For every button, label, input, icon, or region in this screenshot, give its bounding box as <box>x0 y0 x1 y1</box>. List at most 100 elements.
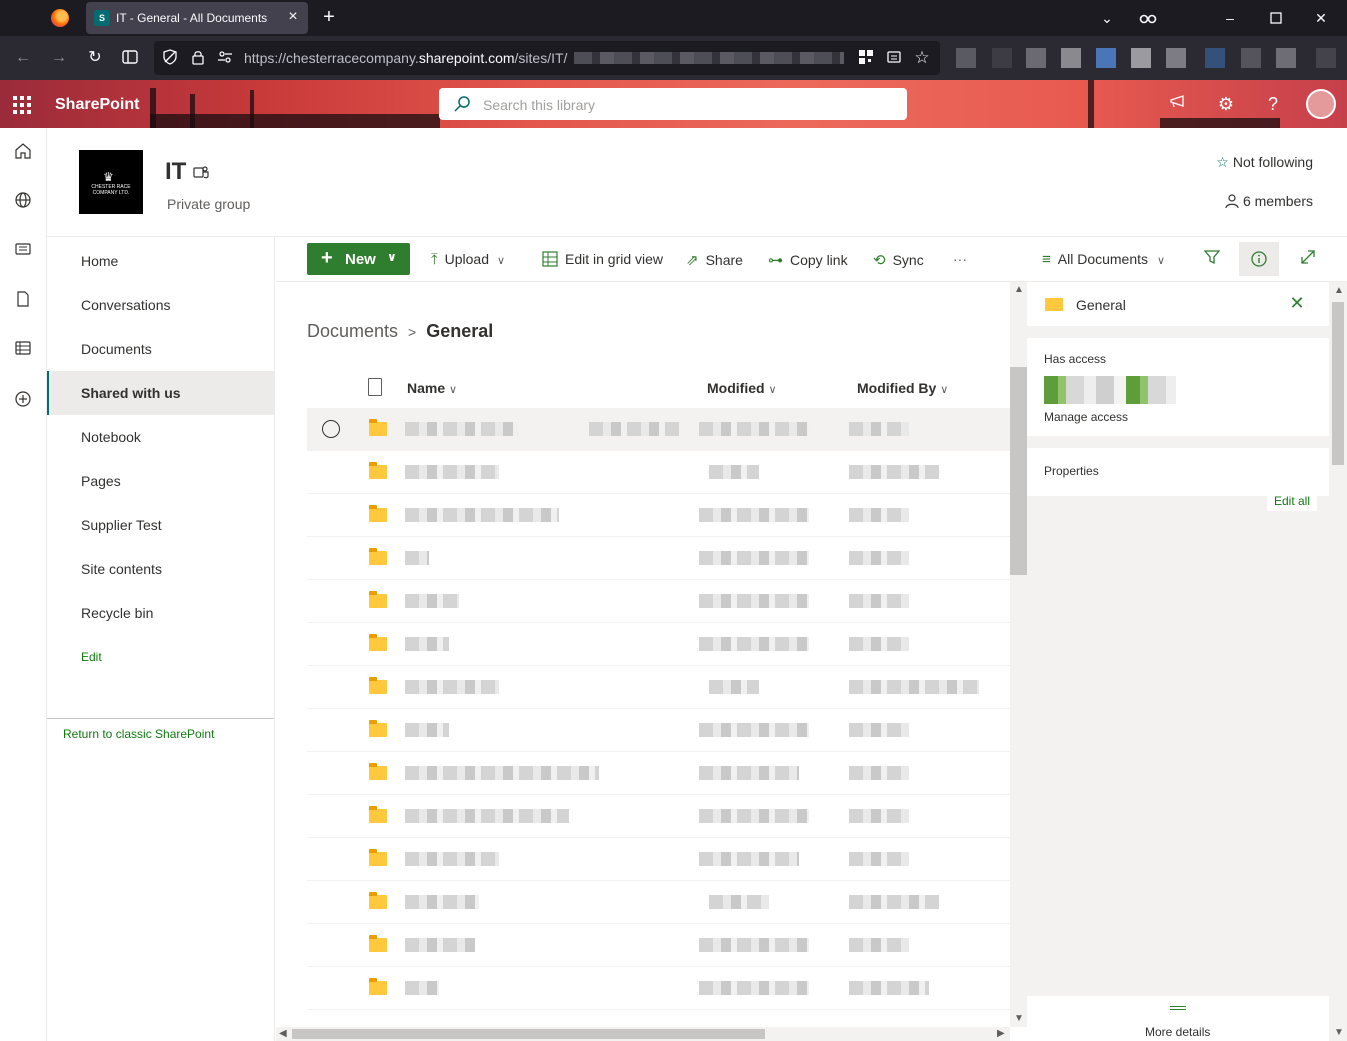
table-row[interactable] <box>307 838 1010 881</box>
redacted-name[interactable] <box>405 938 475 952</box>
redacted-modified-by[interactable] <box>849 680 979 694</box>
follow-button[interactable]: ☆ Not following <box>1216 154 1313 171</box>
expand-icon[interactable] <box>1297 248 1319 270</box>
redacted-modified-by[interactable] <box>849 465 939 479</box>
extension-icon[interactable] <box>1166 48 1186 68</box>
table-row[interactable] <box>307 580 1010 623</box>
redacted-modified-by[interactable] <box>849 551 909 565</box>
table-row[interactable] <box>307 795 1010 838</box>
members-button[interactable]: 6 members <box>1225 193 1313 209</box>
extension-icon[interactable] <box>992 48 1012 68</box>
redacted-name[interactable] <box>405 680 499 694</box>
nav-item-recycle-bin[interactable]: Recycle bin <box>47 591 274 635</box>
breadcrumb-documents[interactable]: Documents <box>307 321 398 341</box>
file-type-icon[interactable] <box>368 378 382 396</box>
nav-edit-link[interactable]: Edit <box>81 650 102 664</box>
extension-icon[interactable] <box>1131 48 1151 68</box>
news-icon[interactable] <box>12 240 34 262</box>
site-logo[interactable]: ♛ CHESTER RACE COMPANY LTD. <box>79 150 143 214</box>
table-row[interactable] <box>307 537 1010 580</box>
reload-icon[interactable]: ↻ <box>85 48 105 68</box>
site-title[interactable]: IT <box>165 158 186 186</box>
info-pane-button[interactable] <box>1239 242 1279 276</box>
avatar[interactable] <box>1306 89 1336 119</box>
bookmark-star-icon[interactable]: ☆ <box>913 49 931 67</box>
table-row[interactable] <box>307 623 1010 666</box>
scrollbar-thumb[interactable] <box>1010 367 1027 575</box>
filter-icon[interactable] <box>1201 248 1223 270</box>
table-row[interactable] <box>307 967 1010 1010</box>
list-vertical-scrollbar[interactable]: ▲ ▼ <box>1010 282 1027 1027</box>
maximize-icon[interactable] <box>1266 8 1286 28</box>
redacted-name[interactable] <box>405 465 499 479</box>
extension-icon[interactable] <box>1241 48 1261 68</box>
tab-close-icon[interactable]: × <box>284 8 302 26</box>
redacted-modified-by[interactable] <box>849 637 909 651</box>
redacted-modified-by[interactable] <box>849 852 909 866</box>
back-icon[interactable]: ← <box>13 48 33 68</box>
redacted-name[interactable] <box>405 422 519 436</box>
lock-icon[interactable] <box>189 49 207 67</box>
upload-button[interactable]: ⤒ Upload ∨ <box>431 251 505 268</box>
nav-item-conversations[interactable]: Conversations <box>47 283 274 327</box>
extension-icon[interactable] <box>1026 48 1046 68</box>
minimize-icon[interactable]: – <box>1220 8 1240 28</box>
copy-link-button[interactable]: ⊶ Copy link <box>768 251 848 269</box>
redacted-modified-by[interactable] <box>849 766 909 780</box>
scroll-right-icon[interactable]: ▶ <box>997 1028 1005 1039</box>
redacted-name[interactable] <box>405 508 559 522</box>
nav-item-notebook[interactable]: Notebook <box>47 415 274 459</box>
firefox-icon[interactable] <box>51 9 69 27</box>
globe-icon[interactable] <box>12 191 34 213</box>
nav-item-supplier-test[interactable]: Supplier Test <box>47 503 274 547</box>
extension-icon[interactable] <box>1096 48 1116 68</box>
row-select-radio[interactable] <box>322 420 340 438</box>
search-input[interactable]: Search this library <box>439 88 907 120</box>
new-button[interactable]: + New ∨ <box>307 243 410 275</box>
permissions-icon[interactable] <box>216 49 234 67</box>
nav-item-shared-with-us[interactable]: Shared with us <box>47 371 274 415</box>
megaphone-icon[interactable] <box>1166 92 1190 116</box>
extension-icon[interactable] <box>1316 48 1336 68</box>
redacted-modified-by[interactable] <box>849 508 909 522</box>
home-icon[interactable] <box>12 142 34 164</box>
edit-all-button[interactable]: Edit all <box>1267 492 1318 511</box>
new-tab-icon[interactable]: + <box>318 6 340 28</box>
extension-icon[interactable] <box>1061 48 1081 68</box>
redacted-name[interactable] <box>405 981 439 995</box>
extension-icon[interactable] <box>956 48 976 68</box>
reader-view-icon[interactable] <box>885 49 903 67</box>
table-row[interactable] <box>307 451 1010 494</box>
redacted-modified-by[interactable] <box>849 594 909 608</box>
return-to-classic-link[interactable]: Return to classic SharePoint <box>63 727 214 741</box>
redacted-name[interactable] <box>405 551 429 565</box>
list-horizontal-scrollbar[interactable]: ◀ ▶ <box>276 1027 1010 1041</box>
lists-icon[interactable] <box>12 339 34 361</box>
scroll-left-icon[interactable]: ◀ <box>279 1028 287 1039</box>
extension-icon[interactable] <box>1276 48 1296 68</box>
address-bar[interactable]: https://chesterracecompany.sharepoint.co… <box>154 41 940 75</box>
table-row[interactable] <box>307 408 1010 451</box>
browser-tab[interactable]: S IT - General - All Documents × <box>86 2 308 34</box>
scroll-down-icon[interactable]: ▼ <box>1334 1027 1344 1038</box>
scroll-up-icon[interactable]: ▲ <box>1014 284 1024 295</box>
redacted-modified-by[interactable] <box>849 981 929 995</box>
manage-access-link[interactable]: Manage access <box>1044 410 1128 424</box>
table-row[interactable] <box>307 881 1010 924</box>
redacted-modified-by[interactable] <box>849 809 909 823</box>
sync-button[interactable]: ⟲ Sync <box>873 251 924 269</box>
teams-icon[interactable] <box>193 164 209 180</box>
more-details-button[interactable]: More details <box>1027 996 1329 1041</box>
close-window-icon[interactable]: ✕ <box>1311 8 1331 28</box>
table-row[interactable] <box>307 494 1010 537</box>
column-header-name[interactable]: Name ∨ <box>407 380 457 396</box>
more-actions-icon[interactable]: ··· <box>953 251 967 267</box>
table-row[interactable] <box>307 709 1010 752</box>
redacted-name[interactable] <box>405 637 449 651</box>
share-button[interactable]: ⇗ Share <box>686 251 743 269</box>
extension-icon[interactable] <box>1205 48 1225 68</box>
redacted-name[interactable] <box>405 852 499 866</box>
column-header-modified-by[interactable]: Modified By ∨ <box>857 380 948 396</box>
scrollbar-thumb[interactable] <box>292 1029 765 1039</box>
forward-icon[interactable]: → <box>49 48 69 68</box>
